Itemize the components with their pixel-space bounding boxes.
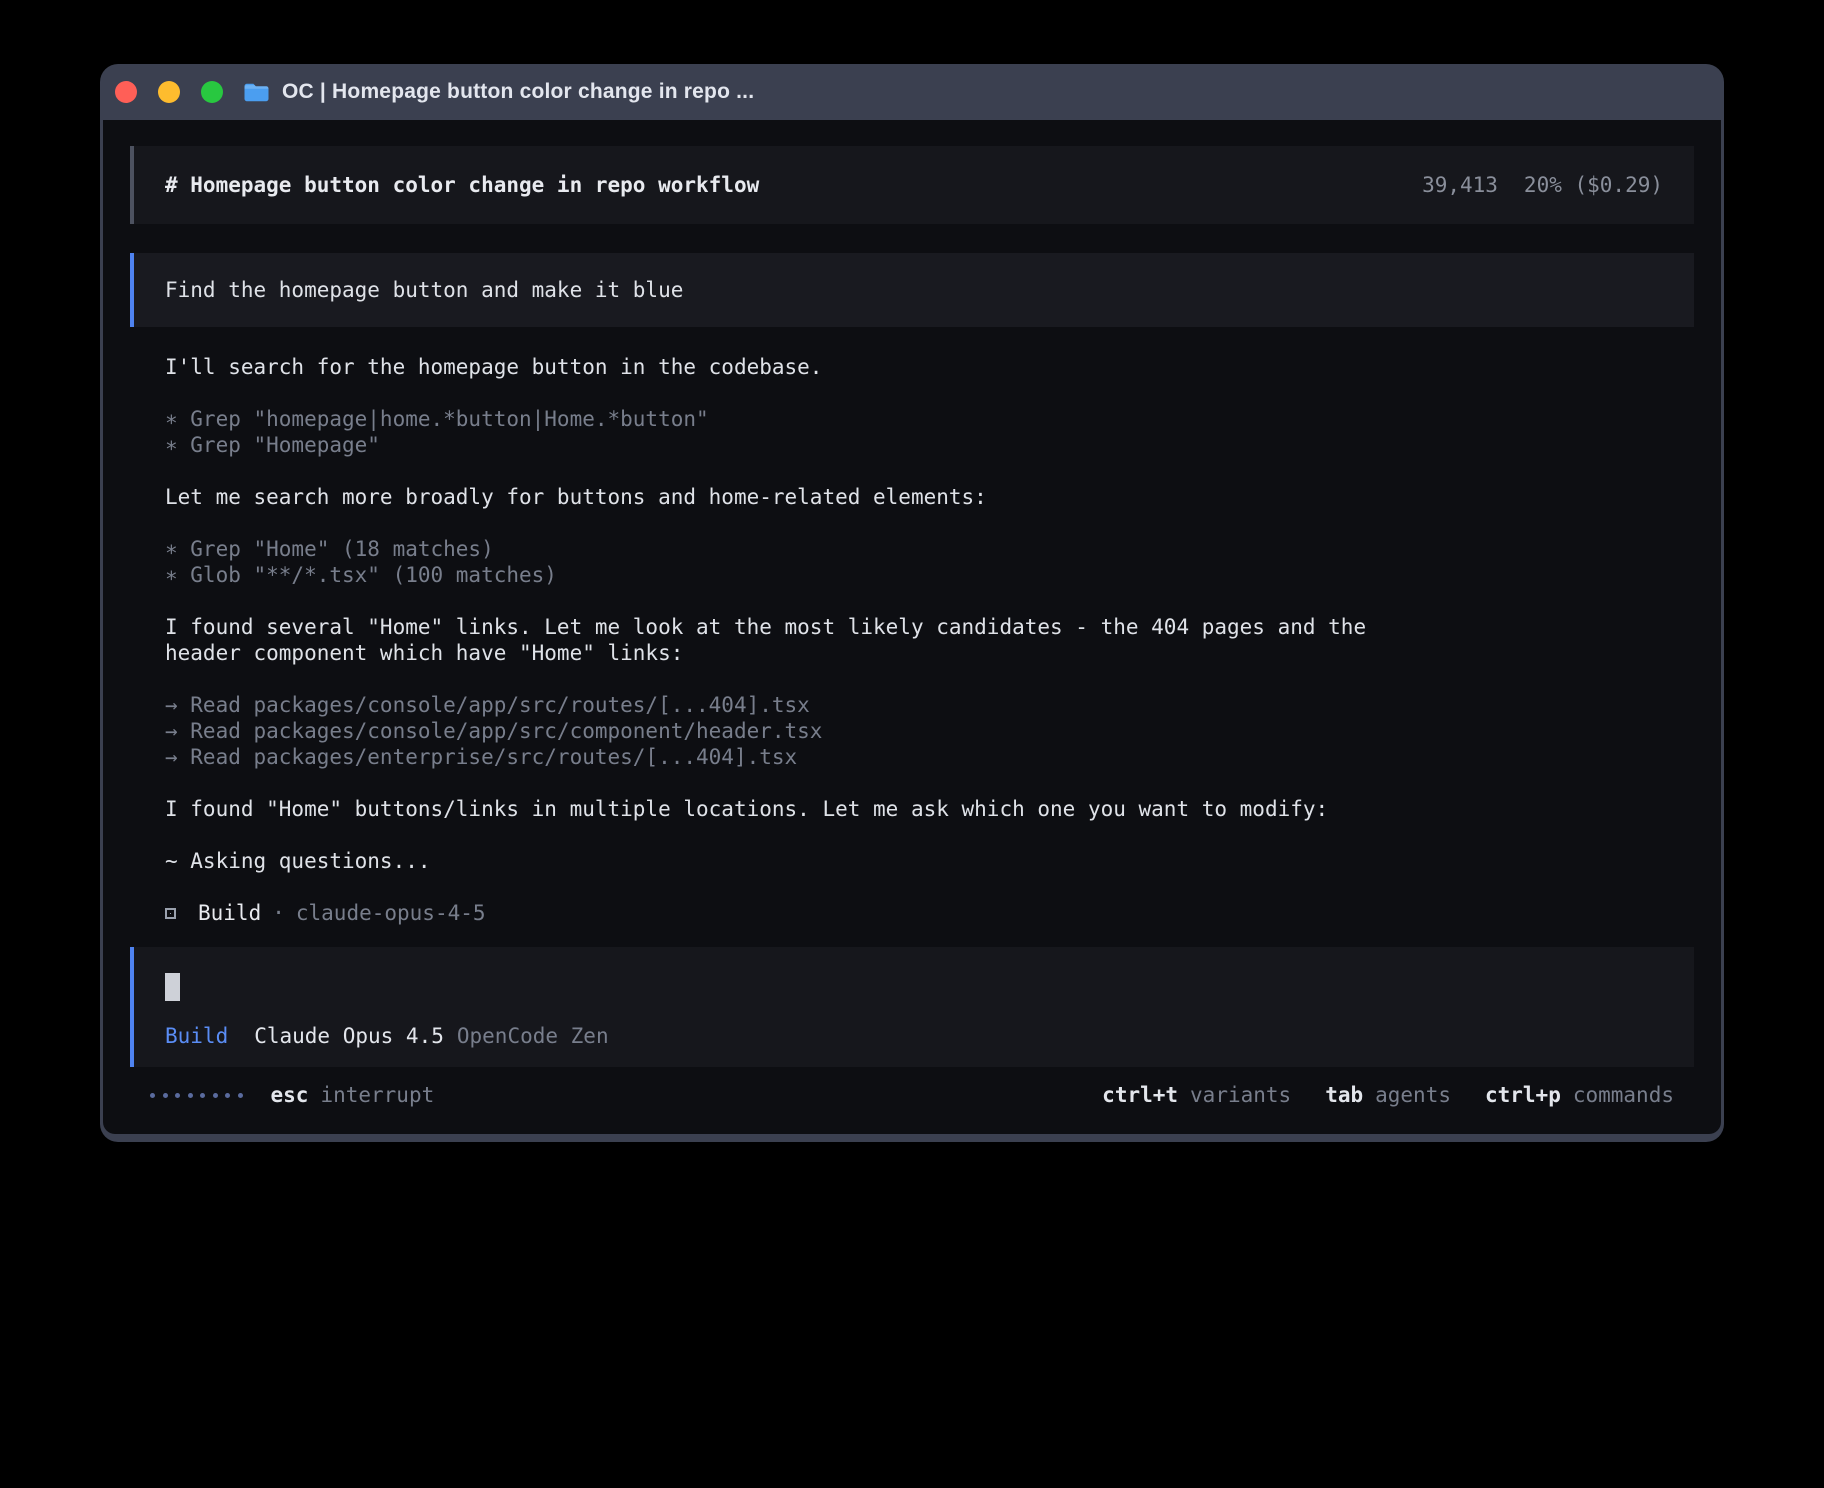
session-meta: 39,413 20% ($0.29) [1422, 173, 1663, 197]
traffic-lights [115, 81, 223, 103]
input-modeline: Build Claude Opus 4.5 OpenCode Zen [165, 1023, 1663, 1049]
activity-spinner [150, 1093, 243, 1098]
titlebar[interactable]: OC | Homepage button color change in rep… [103, 64, 1721, 120]
interrupt-label: interrupt [320, 1083, 434, 1107]
status-bar-left: esc interrupt [150, 1083, 434, 1107]
status-bar-right: ctrl+t variants tab agents ctrl+p comman… [1102, 1083, 1674, 1107]
session-title: # Homepage button color change in repo w… [165, 173, 759, 197]
ctrl-p-key: ctrl+p [1485, 1083, 1561, 1107]
window-title: OC | Homepage button color change in rep… [282, 80, 754, 104]
interrupt-hint: esc interrupt [271, 1083, 435, 1107]
desktop: OC | Homepage button color change in rep… [0, 0, 1824, 1488]
commands-hint: ctrl+p commands [1485, 1083, 1674, 1107]
agents-label: agents [1375, 1083, 1451, 1107]
assistant-text: I found "Home" buttons/links in multiple… [165, 796, 1659, 822]
agent-status-line: Build · claude-opus-4-5 [165, 900, 1659, 926]
esc-key: esc [271, 1083, 309, 1107]
assistant-text: header component which have "Home" links… [165, 640, 1659, 666]
folder-icon [243, 82, 270, 103]
variants-label: variants [1190, 1083, 1291, 1107]
user-message: Find the homepage button and make it blu… [130, 253, 1694, 327]
assistant-text: Let me search more broadly for buttons a… [165, 484, 1659, 510]
spinner-dot [163, 1093, 168, 1098]
spinner-dot [225, 1093, 230, 1098]
mode-label[interactable]: Build [165, 1023, 228, 1049]
spinner-dot [200, 1093, 205, 1098]
session-header: # Homepage button color change in repo w… [130, 146, 1694, 224]
terminal-content: # Homepage button color change in repo w… [103, 120, 1721, 1134]
spinner-dot [150, 1093, 155, 1098]
transcript: I'll search for the homepage button in t… [165, 354, 1659, 926]
prompt-input[interactable]: Build Claude Opus 4.5 OpenCode Zen [130, 947, 1694, 1067]
tool-call-line: ∗ Grep "Homepage" [165, 432, 1659, 458]
status-text: ~ Asking questions... [165, 848, 1659, 874]
tool-call-line: → Read packages/console/app/src/componen… [165, 718, 1659, 744]
agent-name: Build [198, 900, 261, 926]
tool-call-line: → Read packages/enterprise/src/routes/[.… [165, 744, 1659, 770]
zoom-button[interactable] [201, 81, 223, 103]
agents-hint: tab agents [1325, 1083, 1451, 1107]
context-usage: 20% ($0.29) [1524, 173, 1663, 197]
model-label[interactable]: Claude Opus 4.5 [254, 1023, 444, 1049]
ctrl-t-key: ctrl+t [1102, 1083, 1178, 1107]
status-bar: esc interrupt ctrl+t variants tab agents… [130, 1080, 1694, 1110]
tool-call-line: → Read packages/console/app/src/routes/[… [165, 692, 1659, 718]
commands-label: commands [1573, 1083, 1674, 1107]
close-button[interactable] [115, 81, 137, 103]
provider-label: OpenCode Zen [457, 1023, 609, 1049]
tab-key: tab [1325, 1083, 1363, 1107]
user-message-text: Find the homepage button and make it blu… [165, 278, 683, 302]
tool-call-line: ∗ Grep "Home" (18 matches) [165, 536, 1659, 562]
assistant-text: I found several "Home" links. Let me loo… [165, 614, 1659, 640]
agent-icon [165, 908, 176, 919]
token-count: 39,413 [1422, 173, 1498, 197]
tool-call-line: ∗ Glob "**/*.tsx" (100 matches) [165, 562, 1659, 588]
spinner-dot [175, 1093, 180, 1098]
tool-call-line: ∗ Grep "homepage|home.*button|Home.*butt… [165, 406, 1659, 432]
spinner-dot [238, 1093, 243, 1098]
assistant-text: I'll search for the homepage button in t… [165, 354, 1659, 380]
spinner-dot [188, 1093, 193, 1098]
minimize-button[interactable] [158, 81, 180, 103]
separator-dot: · [272, 900, 285, 926]
text-cursor [165, 973, 180, 1001]
spinner-dot [213, 1093, 218, 1098]
variants-hint: ctrl+t variants [1102, 1083, 1291, 1107]
terminal-window: OC | Homepage button color change in rep… [100, 64, 1724, 1142]
agent-model: claude-opus-4-5 [296, 900, 486, 926]
